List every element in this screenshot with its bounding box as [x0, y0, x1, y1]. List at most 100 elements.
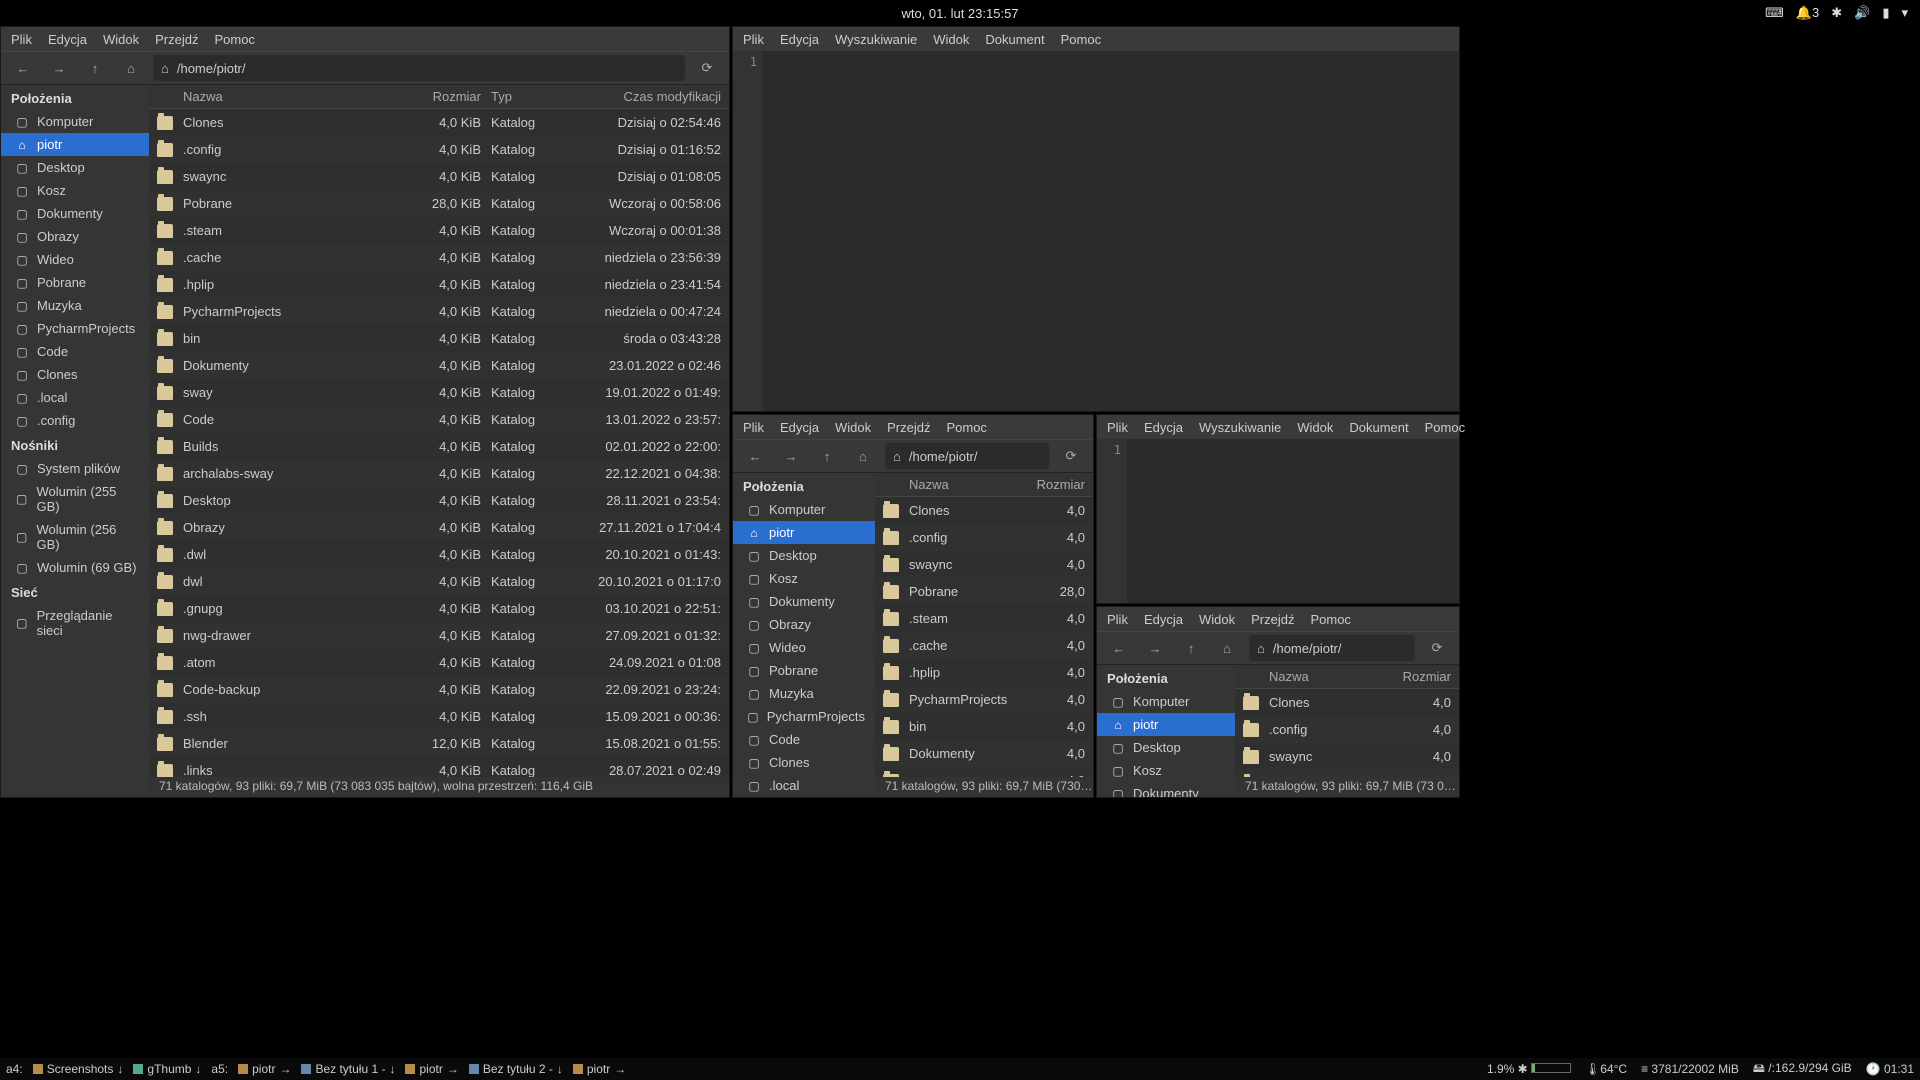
- file-list[interactable]: Clones4,0.config4,0swaync4,0Pobrane28,0: [1235, 689, 1459, 777]
- file-row[interactable]: Builds4,0 KiBKatalog02.01.2022 o 22:00:: [149, 433, 729, 460]
- sidebar-item-obrazy[interactable]: ▢Obrazy: [733, 613, 875, 636]
- file-row[interactable]: Dokumenty4,0: [875, 740, 1093, 767]
- file-row[interactable]: Dokumenty4,0 KiBKatalog23.01.2022 o 02:4…: [149, 352, 729, 379]
- file-row[interactable]: Desktop4,0 KiBKatalog28.11.2021 o 23:54:: [149, 487, 729, 514]
- menu-edycja[interactable]: Edycja: [1144, 612, 1183, 627]
- file-row[interactable]: .cache4,0: [875, 632, 1093, 659]
- col-name[interactable]: Nazwa: [157, 89, 421, 104]
- sidebar-item-wideo[interactable]: ▢Wideo: [733, 636, 875, 659]
- sidebar-item-wolumin-255-gb-[interactable]: ▢Wolumin (255 GB): [1, 480, 149, 518]
- sidebar-item-piotr[interactable]: ⌂piotr: [733, 521, 875, 544]
- sidebar-item-piotr[interactable]: ⌂piotr: [1, 133, 149, 156]
- menu-pomoc[interactable]: Pomoc: [946, 420, 986, 435]
- reload-button[interactable]: ⟳: [693, 55, 721, 81]
- sidebar-item-wolumin-256-gb-[interactable]: ▢Wolumin (256 GB): [1, 518, 149, 556]
- file-row[interactable]: PycharmProjects4,0 KiBKatalogniedziela o…: [149, 298, 729, 325]
- menu-dokument[interactable]: Dokument: [985, 32, 1044, 47]
- file-row[interactable]: Clones4,0: [1235, 689, 1459, 716]
- sidebar-item-pobrane[interactable]: ▢Pobrane: [733, 659, 875, 682]
- file-row[interactable]: archalabs-sway4,0 KiBKatalog22.12.2021 o…: [149, 460, 729, 487]
- sidebar-item-pycharmprojects[interactable]: ▢PycharmProjects: [1, 317, 149, 340]
- file-row[interactable]: .links4,0 KiBKatalog28.07.2021 o 02:49: [149, 757, 729, 777]
- sidebar-item-muzyka[interactable]: ▢Muzyka: [1, 294, 149, 317]
- file-row[interactable]: .gnupg4,0 KiBKatalog03.10.2021 o 22:51:: [149, 595, 729, 622]
- sidebar-item-komputer[interactable]: ▢Komputer: [733, 498, 875, 521]
- file-row[interactable]: Obrazy4,0 KiBKatalog27.11.2021 o 17:04:4: [149, 514, 729, 541]
- menu-pomoc[interactable]: Pomoc: [1425, 420, 1465, 435]
- file-row[interactable]: Code-backup4,0 KiBKatalog22.09.2021 o 23…: [149, 676, 729, 703]
- file-row[interactable]: .config4,0: [875, 524, 1093, 551]
- sidebar-item-wolumin-69-gb-[interactable]: ▢Wolumin (69 GB): [1, 556, 149, 579]
- path-bar[interactable]: ⌂/home/piotr/: [885, 443, 1049, 469]
- menu-widok[interactable]: Widok: [835, 420, 871, 435]
- sidebar-item--local[interactable]: ▢.local: [733, 774, 875, 797]
- workspace-a4[interactable]: a4:: [6, 1062, 23, 1076]
- battery-icon[interactable]: ▮: [1882, 5, 1889, 21]
- menubar[interactable]: Plik Edycja Widok Przejdź Pomoc: [733, 415, 1093, 439]
- menubar[interactable]: Plik Edycja Wyszukiwanie Widok Dokument …: [1097, 415, 1459, 439]
- sidebar-item-kosz[interactable]: ▢Kosz: [1097, 759, 1235, 782]
- col-size[interactable]: Rozmiar: [421, 89, 491, 104]
- sidebar-item-muzyka[interactable]: ▢Muzyka: [733, 682, 875, 705]
- menu-edycja[interactable]: Edycja: [780, 420, 819, 435]
- menu-widok[interactable]: Widok: [933, 32, 969, 47]
- sidebar-item-desktop[interactable]: ▢Desktop: [1097, 736, 1235, 759]
- sidebar-item-obrazy[interactable]: ▢Obrazy: [1, 225, 149, 248]
- menu-pomoc[interactable]: Pomoc: [214, 32, 254, 47]
- reload-button[interactable]: ⟳: [1057, 443, 1085, 469]
- file-row[interactable]: nwg-drawer4,0 KiBKatalog27.09.2021 o 01:…: [149, 622, 729, 649]
- path-bar[interactable]: ⌂/home/piotr/: [1249, 635, 1415, 661]
- menu-edycja[interactable]: Edycja: [48, 32, 87, 47]
- sidebar-item--local[interactable]: ▢.local: [1, 386, 149, 409]
- menu-plik[interactable]: Plik: [1107, 612, 1128, 627]
- menu-pomoc[interactable]: Pomoc: [1310, 612, 1350, 627]
- task-piotr-3[interactable]: piotr →: [573, 1062, 626, 1076]
- col-mtime[interactable]: Czas modyfikacji: [561, 89, 721, 104]
- file-row[interactable]: .ssh4,0 KiBKatalog15.09.2021 o 00:36:: [149, 703, 729, 730]
- sidebar-item-pobrane[interactable]: ▢Pobrane: [1, 271, 149, 294]
- sidebar-item-desktop[interactable]: ▢Desktop: [1, 156, 149, 179]
- file-row[interactable]: .dwl4,0 KiBKatalog20.10.2021 o 01:43:: [149, 541, 729, 568]
- sidebar-item-code[interactable]: ▢Code: [733, 728, 875, 751]
- sidebar-item-komputer[interactable]: ▢Komputer: [1, 110, 149, 133]
- menubar[interactable]: Plik Edycja Widok Przejdź Pomoc: [1, 27, 729, 51]
- home-button[interactable]: ⌂: [849, 443, 877, 469]
- back-button[interactable]: ←: [9, 55, 37, 81]
- file-row[interactable]: .steam4,0 KiBKatalogWczoraj o 00:01:38: [149, 217, 729, 244]
- file-row[interactable]: .cache4,0 KiBKatalogniedziela o 23:56:39: [149, 244, 729, 271]
- sidebar-item-kosz[interactable]: ▢Kosz: [1, 179, 149, 202]
- file-row[interactable]: sway4,0 KiBKatalog19.01.2022 o 01:49:: [149, 379, 729, 406]
- sidebar-item-dokumenty[interactable]: ▢Dokumenty: [1, 202, 149, 225]
- editor-textarea[interactable]: [763, 51, 1459, 411]
- back-button[interactable]: ←: [1105, 635, 1133, 661]
- clock-datetime[interactable]: wto, 01. lut 23:15:57: [901, 6, 1018, 21]
- file-list[interactable]: Clones4,0.config4,0swaync4,0Pobrane28,0.…: [875, 497, 1093, 777]
- file-row[interactable]: Pobrane28,0: [875, 578, 1093, 605]
- file-row[interactable]: Pobrane28,0: [1235, 770, 1459, 777]
- file-row[interactable]: Code4,0 KiBKatalog13.01.2022 o 23:57:: [149, 406, 729, 433]
- file-row[interactable]: .hplip4,0: [875, 659, 1093, 686]
- reload-button[interactable]: ⟳: [1423, 635, 1451, 661]
- sidebar-item-piotr[interactable]: ⌂piotr: [1097, 713, 1235, 736]
- file-row[interactable]: swaync4,0: [875, 551, 1093, 578]
- settings-icon[interactable]: ✱: [1831, 5, 1842, 21]
- sidebar-item-pycharmprojects[interactable]: ▢PycharmProjects: [733, 705, 875, 728]
- forward-button[interactable]: →: [1141, 635, 1169, 661]
- places-sidebar[interactable]: Położenia ▢Komputer⌂piotr▢Desktop▢Kosz▢D…: [733, 473, 875, 797]
- menu-dokument[interactable]: Dokument: [1349, 420, 1408, 435]
- sidebar-item-dokumenty[interactable]: ▢Dokumenty: [1097, 782, 1235, 797]
- file-row[interactable]: .atom4,0 KiBKatalog24.09.2021 o 01:08: [149, 649, 729, 676]
- file-row[interactable]: .steam4,0: [875, 605, 1093, 632]
- file-row[interactable]: dwl4,0 KiBKatalog20.10.2021 o 01:17:0: [149, 568, 729, 595]
- volume-icon[interactable]: 🔊: [1854, 5, 1870, 21]
- menu-wyszukiwanie[interactable]: Wyszukiwanie: [1199, 420, 1281, 435]
- path-bar[interactable]: ⌂ /home/piotr/: [153, 55, 685, 81]
- task-untitled-1[interactable]: Bez tytułu 1 - ↓: [301, 1062, 395, 1076]
- sidebar-item-komputer[interactable]: ▢Komputer: [1097, 690, 1235, 713]
- sidebar-item-clones[interactable]: ▢Clones: [733, 751, 875, 774]
- up-button[interactable]: ↑: [1177, 635, 1205, 661]
- menu-plik[interactable]: Plik: [743, 32, 764, 47]
- chevron-down-icon[interactable]: ▾: [1901, 5, 1908, 21]
- file-row[interactable]: Clones4,0 KiBKatalogDzisiaj o 02:54:46: [149, 109, 729, 136]
- sidebar-item-clones[interactable]: ▢Clones: [1, 363, 149, 386]
